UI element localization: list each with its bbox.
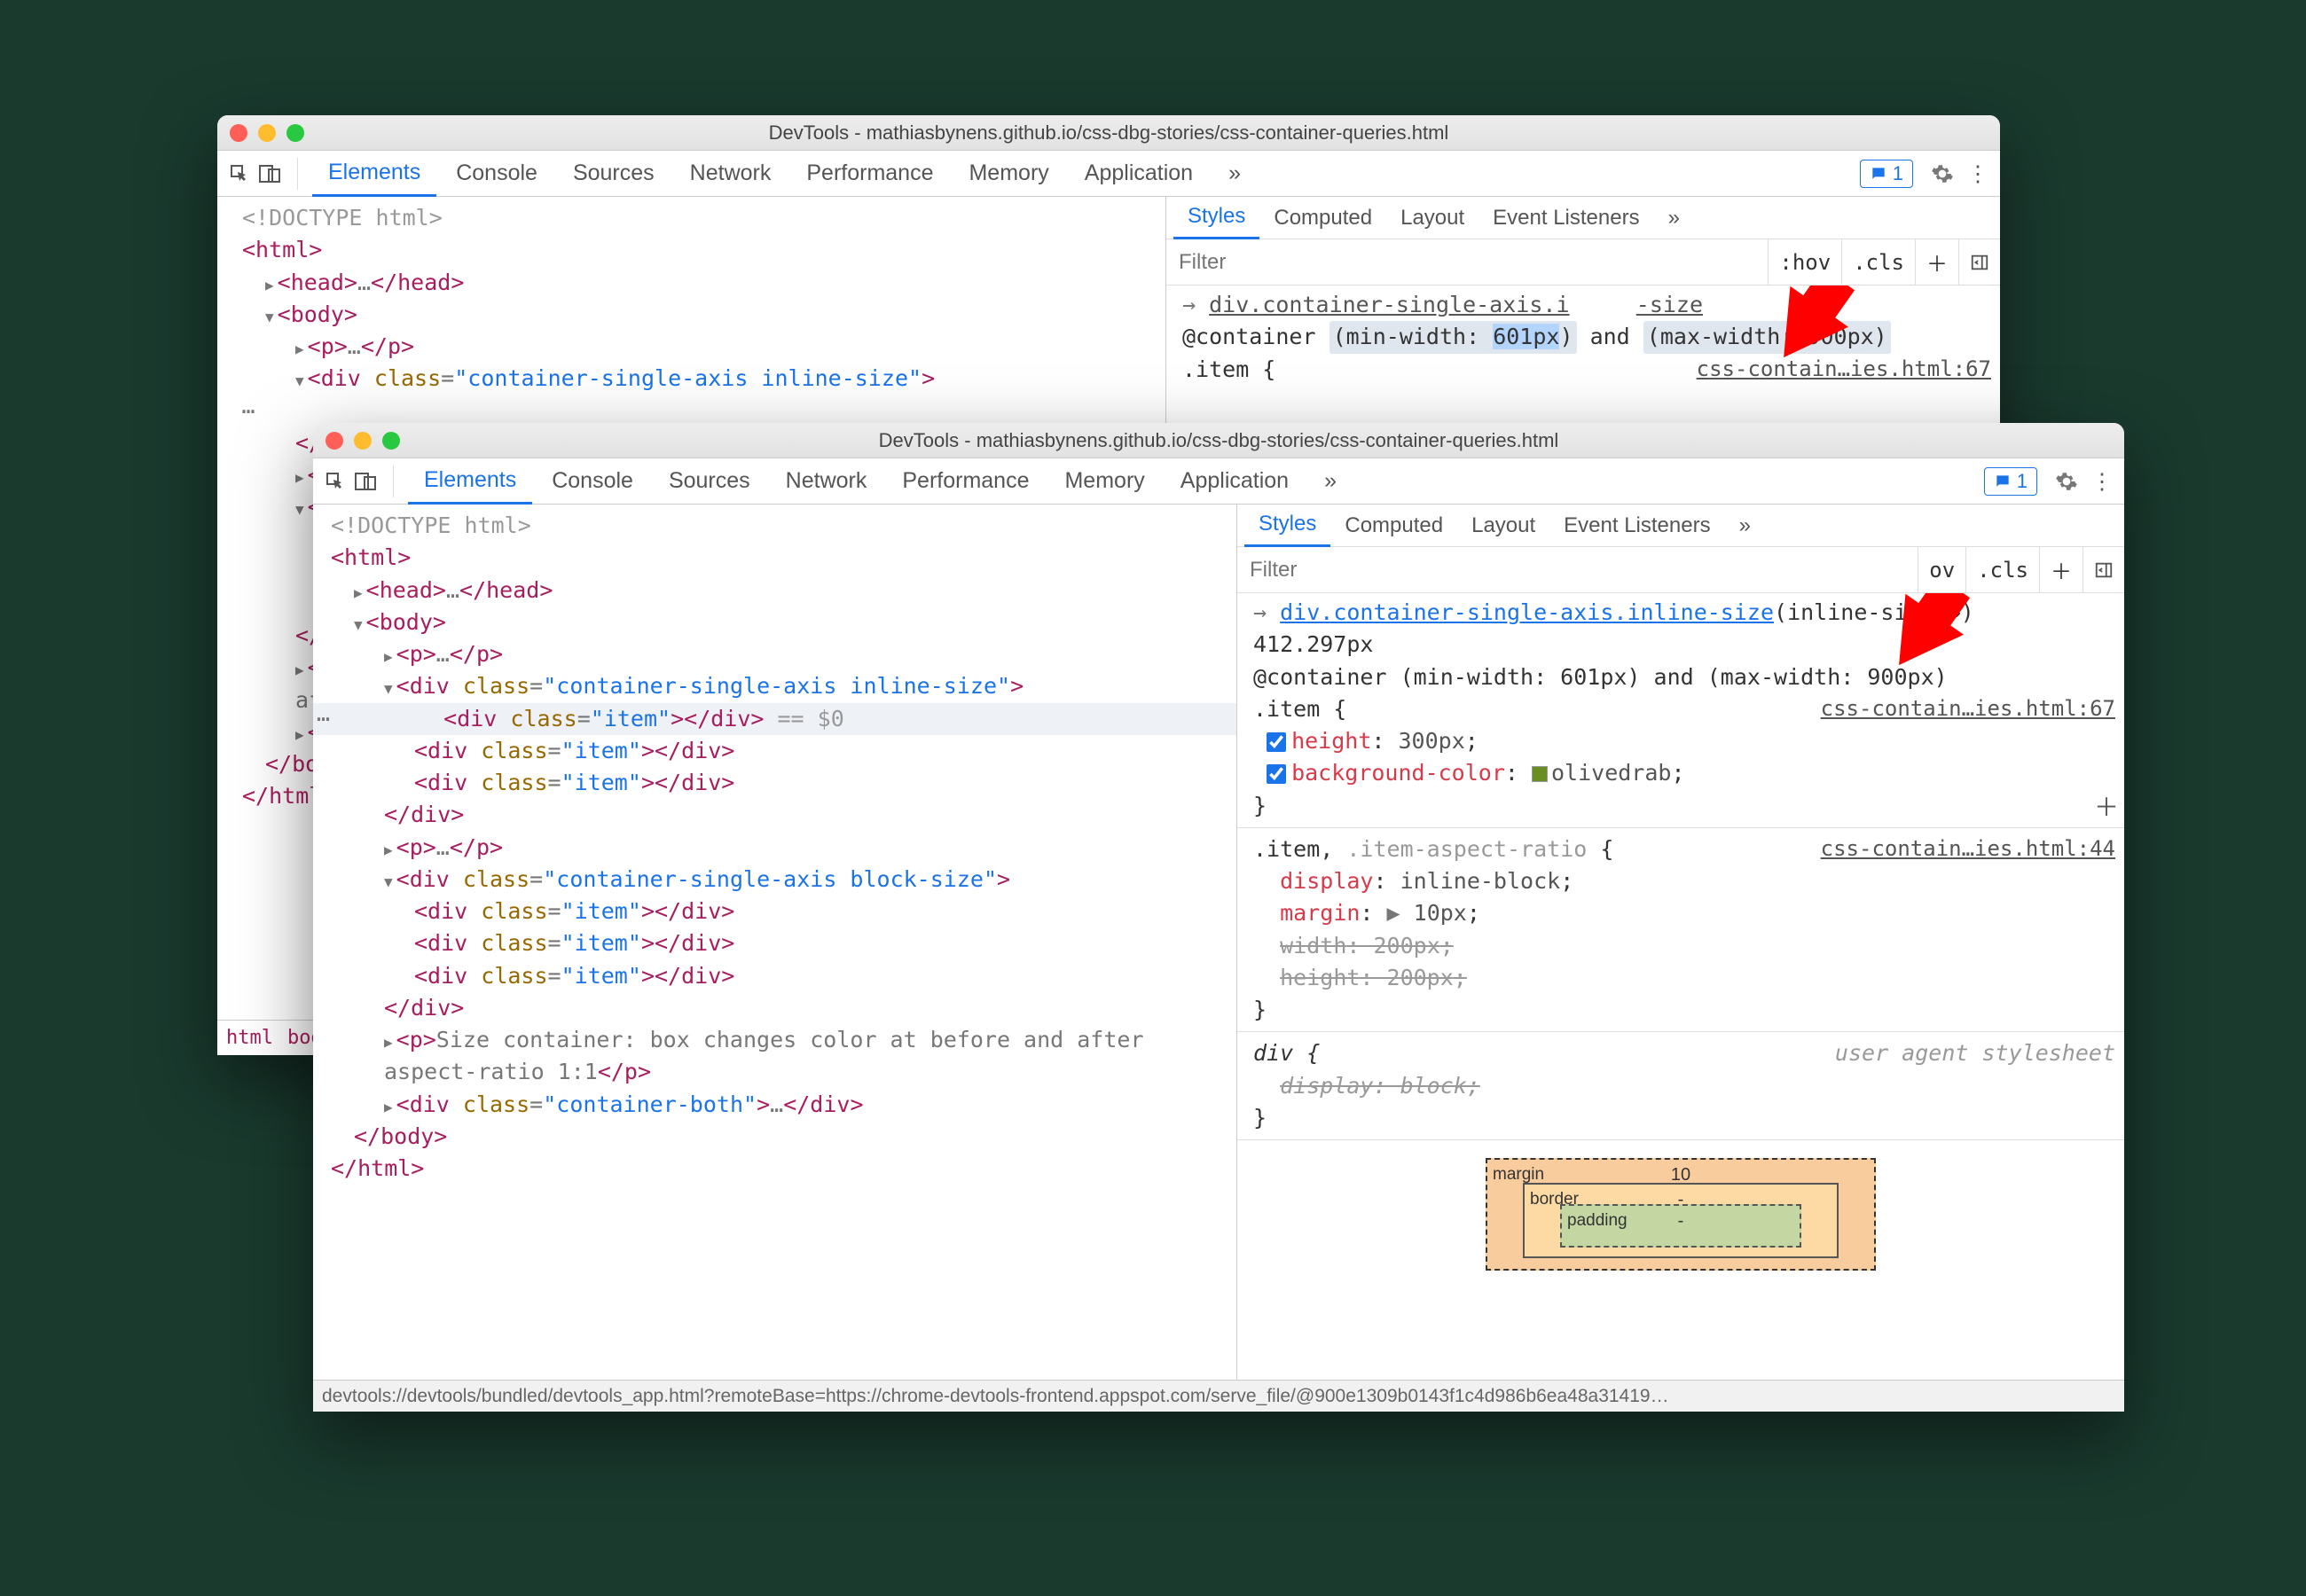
tab-more[interactable]: »: [1212, 151, 1257, 197]
add-rule-icon[interactable]: ＋: [1915, 239, 1958, 286]
css-property[interactable]: width: 200px;: [1246, 930, 2115, 962]
traffic-lights[interactable]: [326, 432, 400, 450]
tab-elements[interactable]: Elements: [408, 458, 532, 505]
selected-node[interactable]: ⋯ <div class="item"></div> == $0: [313, 703, 1236, 735]
property-toggle[interactable]: [1267, 732, 1286, 752]
minimize-icon[interactable]: [258, 124, 276, 142]
styles-body[interactable]: → div.container-single-axis.inline-size(…: [1237, 593, 2124, 1380]
filter-input[interactable]: [1237, 558, 1870, 583]
css-property[interactable]: display: inline-block;: [1246, 865, 2115, 897]
subtab-styles[interactable]: Styles: [1173, 197, 1259, 239]
inspect-icon[interactable]: [322, 468, 349, 495]
crumb-html[interactable]: html: [226, 1027, 273, 1049]
cls-button[interactable]: .cls: [1841, 239, 1915, 286]
kebab-icon[interactable]: ⋮: [2089, 468, 2115, 495]
add-rule-icon[interactable]: ＋: [2039, 547, 2082, 593]
subtab-layout[interactable]: Layout: [1386, 197, 1479, 239]
devtools-window-front: DevTools - mathiasbynens.github.io/css-d…: [313, 423, 2124, 1412]
color-swatch[interactable]: [1532, 766, 1548, 782]
window-title: DevTools - mathiasbynens.github.io/css-d…: [217, 121, 2000, 145]
sidebar-toggle-icon[interactable]: [2082, 547, 2124, 593]
expand-icon[interactable]: [354, 609, 366, 635]
issues-badge[interactable]: 1: [1860, 160, 1913, 188]
source-link[interactable]: css-contain…ies.html:44: [1821, 833, 2115, 864]
add-property-icon[interactable]: ＋: [2094, 790, 2119, 826]
container-link[interactable]: div.container-single-axis.inline-size: [1280, 599, 1774, 625]
tab-elements[interactable]: Elements: [312, 151, 436, 197]
tab-sources[interactable]: Sources: [653, 458, 766, 505]
issues-badge[interactable]: 1: [1984, 467, 2037, 496]
doctype: <!DOCTYPE html>: [324, 510, 1236, 542]
devtools-tabbar: Elements Console Sources Network Perform…: [217, 151, 2000, 197]
tab-application[interactable]: Application: [1069, 151, 1209, 197]
device-toggle-icon[interactable]: [352, 468, 379, 495]
kebab-icon[interactable]: ⋮: [1965, 160, 1991, 187]
device-toggle-icon[interactable]: [256, 160, 283, 187]
subtab-computed[interactable]: Computed: [1330, 505, 1457, 547]
expand-icon[interactable]: [354, 577, 366, 603]
css-property[interactable]: height: 300px;: [1246, 725, 2115, 757]
titlebar: DevTools - mathiasbynens.github.io/css-d…: [217, 115, 2000, 151]
tab-network[interactable]: Network: [674, 151, 788, 197]
inspect-icon[interactable]: [226, 160, 253, 187]
subtab-more[interactable]: »: [1725, 505, 1765, 547]
subtab-events[interactable]: Event Listeners: [1479, 197, 1653, 239]
titlebar: DevTools - mathiasbynens.github.io/css-d…: [313, 423, 2124, 458]
close-icon[interactable]: [326, 432, 343, 450]
minimize-icon[interactable]: [354, 432, 372, 450]
tab-network[interactable]: Network: [770, 458, 883, 505]
status-bar: devtools://devtools/bundled/devtools_app…: [313, 1380, 2124, 1412]
property-toggle[interactable]: [1267, 764, 1286, 784]
css-property[interactable]: height: 200px;: [1246, 962, 2115, 994]
subtab-more[interactable]: »: [1654, 197, 1694, 239]
divider: [297, 158, 298, 190]
subtab-events[interactable]: Event Listeners: [1549, 505, 1724, 547]
source-link[interactable]: css-contain…ies.html:67: [1821, 693, 2115, 724]
expand-icon[interactable]: [265, 270, 278, 295]
dom-tree[interactable]: <!DOCTYPE html> <html> <head>…</head> <b…: [313, 505, 1237, 1380]
filter-input[interactable]: [1166, 250, 1768, 275]
zoom-icon[interactable]: [382, 432, 400, 450]
cls-button[interactable]: .cls: [1965, 547, 2039, 593]
hov-button[interactable]: :hov: [1768, 239, 1841, 286]
gear-icon[interactable]: [2053, 468, 2080, 495]
tab-console[interactable]: Console: [536, 458, 649, 505]
tab-memory[interactable]: Memory: [953, 151, 1064, 197]
window-title: DevTools - mathiasbynens.github.io/css-d…: [313, 429, 2124, 452]
expand-icon[interactable]: [265, 301, 278, 327]
close-icon[interactable]: [230, 124, 247, 142]
tab-application[interactable]: Application: [1165, 458, 1305, 505]
doctype: <!DOCTYPE html>: [235, 202, 1165, 234]
box-model[interactable]: margin10 border- padding-: [1486, 1158, 1876, 1271]
subtab-layout[interactable]: Layout: [1457, 505, 1549, 547]
tab-memory[interactable]: Memory: [1048, 458, 1160, 505]
sidebar-toggle-icon[interactable]: [1958, 239, 2000, 286]
gear-icon[interactable]: [1929, 160, 1956, 187]
hov-button[interactable]: ov: [1918, 547, 1965, 593]
tab-performance[interactable]: Performance: [886, 458, 1045, 505]
subtab-computed[interactable]: Computed: [1259, 197, 1386, 239]
tab-more[interactable]: »: [1308, 458, 1353, 505]
css-property[interactable]: margin: ▶ 10px;: [1246, 897, 2115, 929]
tab-performance[interactable]: Performance: [790, 151, 949, 197]
tab-sources[interactable]: Sources: [557, 151, 671, 197]
source-link[interactable]: css-contain…ies.html:67: [1697, 354, 1991, 385]
devtools-tabbar: Elements Console Sources Network Perform…: [313, 458, 2124, 505]
zoom-icon[interactable]: [286, 124, 304, 142]
styles-panel: Styles Computed Layout Event Listeners »…: [1237, 505, 2124, 1380]
traffic-lights[interactable]: [230, 124, 304, 142]
subtab-styles[interactable]: Styles: [1244, 505, 1330, 547]
css-property[interactable]: background-color: olivedrab;: [1246, 757, 2115, 789]
tab-console[interactable]: Console: [440, 151, 553, 197]
ua-label: user agent stylesheet: [1835, 1037, 2115, 1069]
gutter-dots[interactable]: ⋯: [235, 395, 262, 427]
